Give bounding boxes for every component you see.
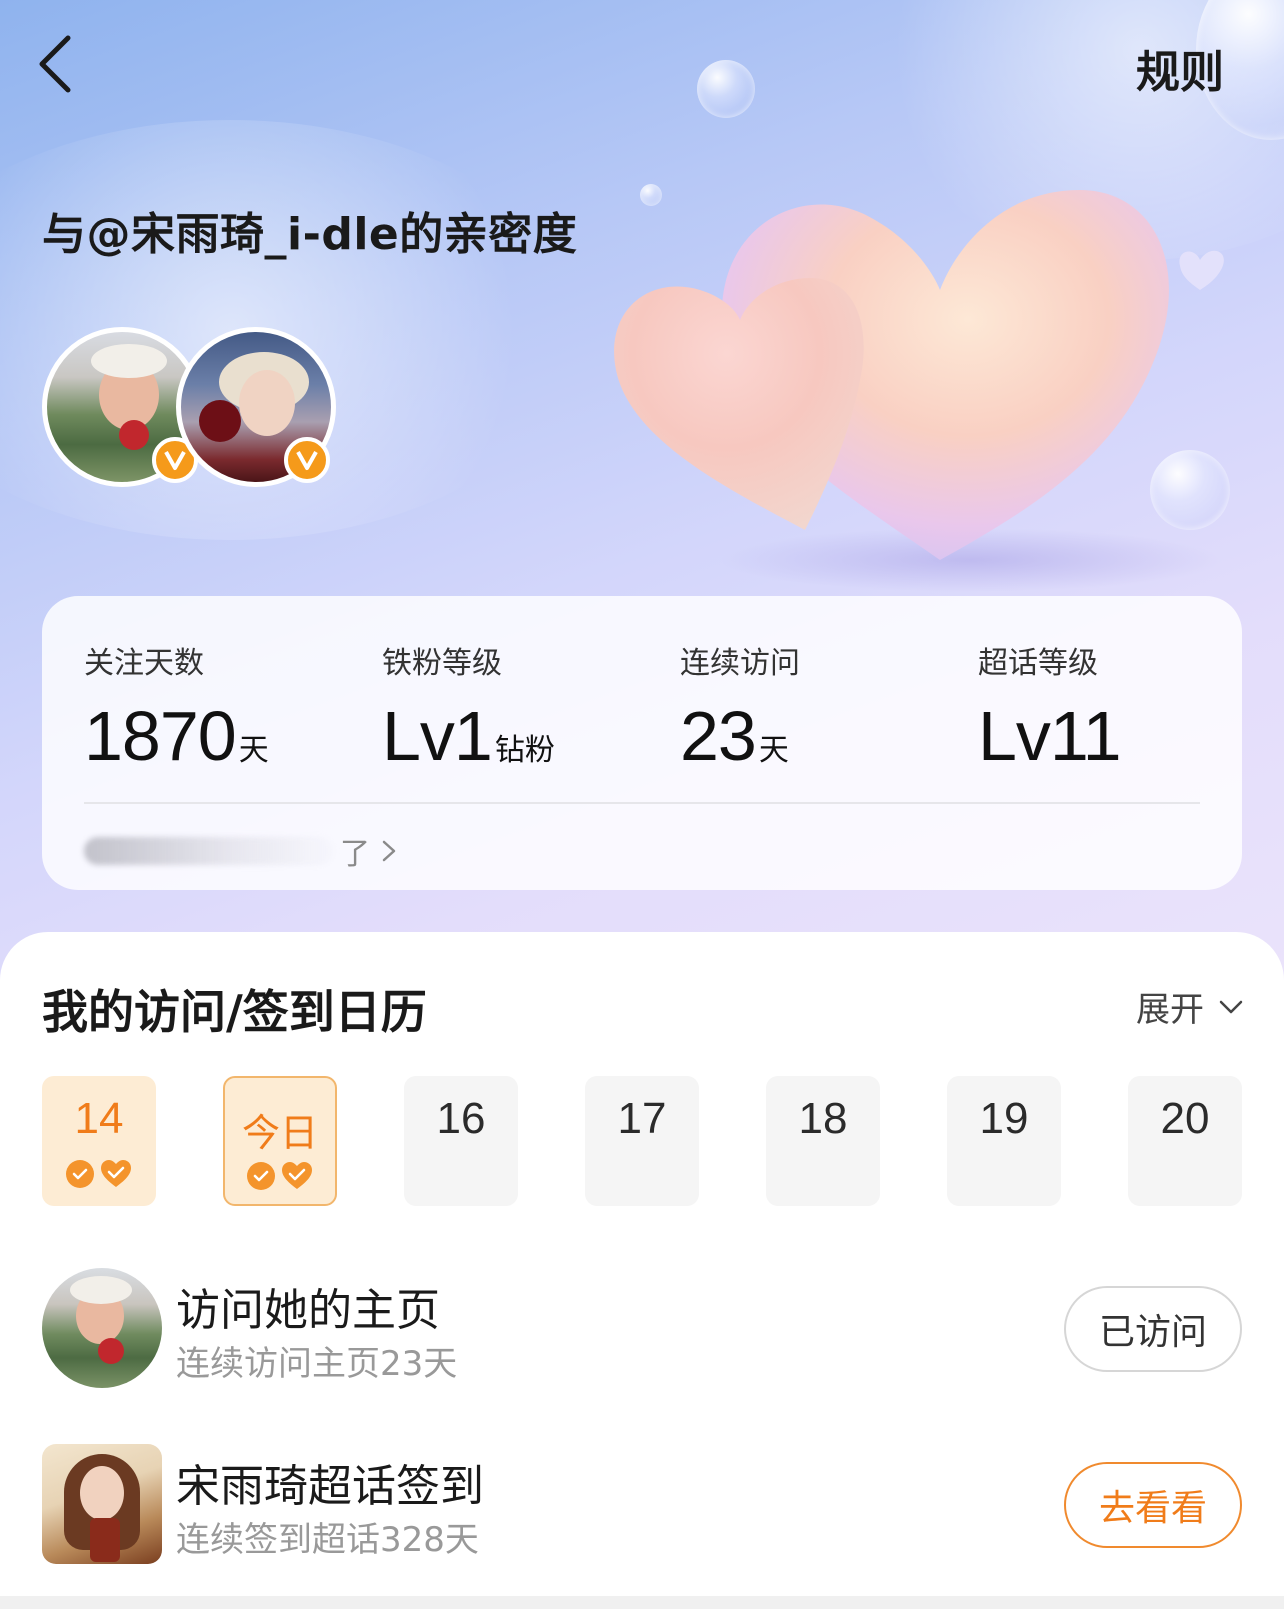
calendar-day[interactable]: 19 [947,1076,1061,1206]
calendar-day[interactable]: 18 [766,1076,880,1206]
task-title: 访问她的主页 [176,1285,440,1336]
rules-button[interactable]: 规则 [1136,36,1224,100]
v-badge-icon [284,437,330,483]
hearts-illustration [614,190,1224,592]
stat-label: 关注天数 [84,646,204,681]
stat-value: Lv1 [382,697,493,775]
calendar-day[interactable]: 20 [1128,1076,1242,1206]
chevron-down-icon [1219,1000,1243,1013]
calendar-day[interactable]: 14 [42,1076,156,1206]
visited-check-icon [247,1162,275,1190]
task-title: 宋雨琦超话签到 [176,1461,484,1512]
avatar-rose [199,400,241,442]
chevron-right-icon [382,840,396,862]
stat-visit-streak: 连续访问 23 天 [680,638,800,776]
chevron-left-icon [39,35,71,93]
divider [84,802,1200,804]
stat-follow-days: 关注天数 1870 天 [84,638,269,776]
expand-button[interactable]: 展开 [1136,982,1244,1031]
avatar-hat [91,344,167,378]
day-label: 20 [1160,1094,1210,1143]
supertopic-cover [42,1444,162,1564]
day-label: 14 [74,1094,124,1143]
task-subtitle: 连续访问主页23天 [176,1344,458,1384]
hero-banner: 规则 与@宋雨琦_i-dle的亲密度 关注天数 1870 天 铁粉等级 Lv1 钻粉… [0,0,1284,980]
day-label: 今日 [241,1111,318,1155]
avatar-face [239,370,295,436]
expand-label: 展开 [1136,990,1204,1030]
calendar-title: 我的访问/签到日历 [42,985,427,1039]
stat-value: 23 [680,697,757,775]
go-view-button[interactable]: 去看看 [1064,1462,1242,1548]
checkin-heart-icon [282,1162,312,1189]
intimacy-stats-card: 关注天数 1870 天 铁粉等级 Lv1 钻粉 连续访问 23 天 超话等级 Lv11… [42,596,1242,890]
stat-label: 铁粉等级 [382,646,502,681]
stat-value: 1870 [84,697,237,775]
stat-unit: 天 [758,733,789,768]
stat-value: Lv11 [978,697,1122,775]
stat-supertopic-level: 超话等级 Lv11 [978,638,1124,776]
avatar-flower [119,420,149,450]
bottom-edge [0,1596,1284,1609]
day-label: 16 [436,1094,486,1143]
bubble-decoration [697,60,755,118]
visited-check-icon [66,1160,94,1188]
day-label: 19 [979,1094,1029,1143]
calendar-day[interactable]: 17 [585,1076,699,1206]
stat-label: 连续访问 [680,646,800,681]
task-supertopic-checkin: 宋雨琦超话签到 连续签到超话328天 去看看 [42,1444,1242,1568]
back-button[interactable] [30,30,90,100]
stat-unit: 钻粉 [494,733,555,768]
stat-fan-level: 铁粉等级 Lv1 钻粉 [382,638,555,776]
calendar-day-today[interactable]: 今日 [223,1076,337,1206]
visited-button[interactable]: 已访问 [1064,1286,1242,1372]
task-subtitle: 连续签到超话328天 [176,1520,479,1560]
blurred-tip-text [84,837,334,865]
page-title: 与@宋雨琦_i-dle的亲密度 [42,209,578,260]
calendar-sheet: 我的访问/签到日历 展开 14 今日 16 17 18 19 20 访问她的主页… [0,932,1284,1609]
stat-unit: 天 [238,733,269,768]
task-visit-homepage: 访问她的主页 连续访问主页23天 已访问 [42,1268,1242,1392]
intimacy-tip-link[interactable]: 了 [84,826,484,876]
day-label: 18 [798,1094,848,1143]
tip-text-tail: 了 [340,837,370,872]
day-label: 17 [617,1094,667,1143]
task-avatar [42,1268,162,1388]
calendar-day[interactable]: 16 [404,1076,518,1206]
checkin-heart-icon [101,1160,131,1187]
stat-label: 超话等级 [978,646,1098,681]
